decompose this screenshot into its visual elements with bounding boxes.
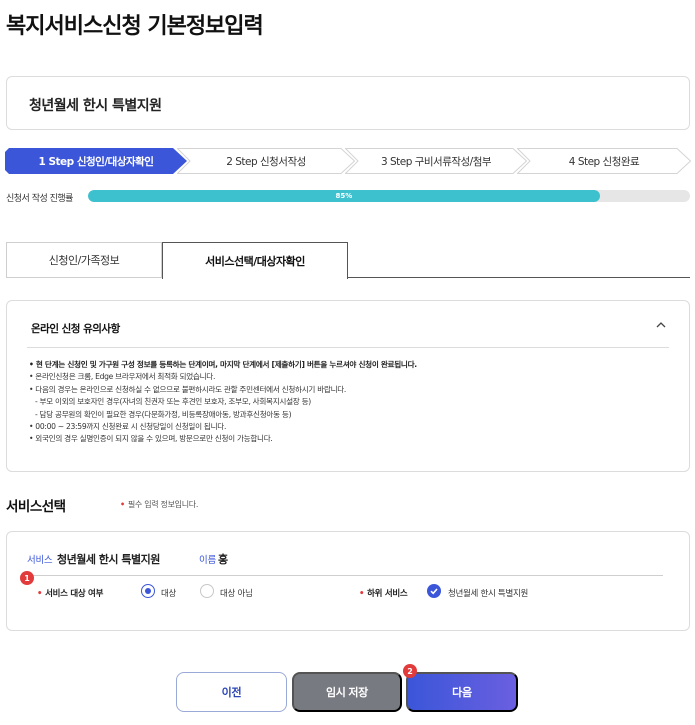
radio-target[interactable]: [141, 584, 155, 598]
notice-item: - 부모 이외의 보호자인 경우(자녀의 친권자 또는 후견인 보호자, 조부모…: [35, 397, 311, 407]
check-icon: [430, 588, 438, 595]
notice-item: • 다음의 경우는 온라인으로 신청하실 수 없으므로 불편하시라도 관할 주민…: [29, 384, 347, 394]
step-4: 4 Step 신청완료: [517, 148, 691, 174]
service-form: 서비스 청년월세 한시 특별지원 이름 홍 1 • 서비스 대상 여부 대상 대상…: [6, 531, 690, 631]
tab-service-target[interactable]: 서비스선택/대상자확인: [162, 242, 348, 279]
progress-label: 신청서 작성 진행률: [6, 194, 73, 204]
step-1-label: 1 Step 신청인/대상자확인: [38, 155, 154, 168]
next-button[interactable]: 다음: [406, 672, 518, 712]
progress-bar: 85%: [88, 190, 690, 202]
annotation-badge-2: 2: [403, 664, 417, 678]
radio-not-target-label[interactable]: 대상 아님: [220, 587, 253, 599]
required-dot-icon: •: [37, 589, 43, 599]
sub-service-label-text: 하위 서비스: [367, 589, 408, 599]
page-title: 복지서비스신청 기본정보입력: [6, 14, 264, 39]
annotation-badge-1: 1: [20, 571, 34, 585]
notice-item: • 00:00 ~ 23:59까지 신청완료 시 신청당일이 신청일이 됩니다.: [29, 422, 227, 432]
temp-save-button[interactable]: 임시 저장: [292, 672, 402, 712]
tab-applicant-family[interactable]: 신청인/가족정보: [6, 242, 162, 278]
required-dot-icon: •: [120, 500, 125, 509]
notice-item: • 외국인의 경우 실명인증이 되지 않을 수 있으며, 방문으로만 신청이 가…: [29, 434, 273, 444]
sub-service-label: • 하위 서비스: [359, 587, 408, 599]
notice-divider: [27, 347, 669, 348]
sub-service-checkbox[interactable]: [427, 584, 441, 598]
chevron-up-icon[interactable]: [655, 319, 667, 331]
target-label-text: 서비스 대상 여부: [45, 589, 104, 599]
name-value: 홍: [218, 553, 228, 566]
radio-target-label[interactable]: 대상: [161, 587, 176, 599]
notice-list: • 현 단계는 신청인 및 가구원 구성 정보를 등록하는 단계이며, 마지막 …: [29, 359, 417, 446]
step-3: 3 Step 구비서류작성/첨부: [345, 148, 527, 174]
tab-bar: 신청인/가족정보 서비스선택/대상자확인: [6, 242, 690, 279]
service-value: 청년월세 한시 특별지원: [57, 553, 160, 566]
notice-title: 온라인 신청 유의사항: [31, 323, 120, 335]
form-divider: [27, 575, 663, 576]
notice-item: • 온라인신청은 크롬, Edge 브라우저에서 최적화 되었습니다.: [29, 372, 216, 382]
name-key: 이름: [199, 555, 216, 566]
progress-value: 85%: [335, 192, 353, 200]
notice-item: • 현 단계는 신청인 및 가구원 구성 정보를 등록하는 단계이며, 마지막 …: [29, 360, 417, 369]
prev-button[interactable]: 이전: [176, 672, 287, 712]
step-1: 1 Step 신청인/대상자확인: [5, 148, 187, 174]
section-title: 서비스선택: [6, 499, 66, 515]
required-note: • 필수 입력 정보입니다.: [120, 499, 198, 510]
notice-item: - 담당 공무원의 확인이 필요한 경우(다문화가정, 비등록장애아동, 방과후…: [35, 409, 292, 419]
service-key: 서비스: [27, 555, 53, 566]
progress-fill: 85%: [88, 190, 600, 202]
required-note-text: 필수 입력 정보입니다.: [127, 500, 199, 509]
step-2: 2 Step 신청서작성: [177, 148, 355, 174]
tab-underline: [348, 277, 690, 278]
program-name-box: 청년월세 한시 특별지원: [6, 76, 690, 130]
step-indicator: 1 Step 신청인/대상자확인 2 Step 신청서작성 3 Step 구비서…: [5, 148, 691, 174]
step-3-label: 3 Step 구비서류작성/첨부: [380, 155, 492, 168]
required-dot-icon: •: [359, 589, 365, 599]
sub-service-name[interactable]: 청년월세 한시 특별지원: [448, 587, 528, 599]
notice-panel: 온라인 신청 유의사항 • 현 단계는 신청인 및 가구원 구성 정보를 등록하…: [6, 300, 690, 472]
step-4-label: 4 Step 신청완료: [568, 155, 640, 168]
target-label: • 서비스 대상 여부: [37, 587, 103, 599]
program-name: 청년월세 한시 특별지원: [29, 98, 162, 114]
radio-not-target[interactable]: [200, 584, 214, 598]
step-2-label: 2 Step 신청서작성: [226, 155, 306, 168]
